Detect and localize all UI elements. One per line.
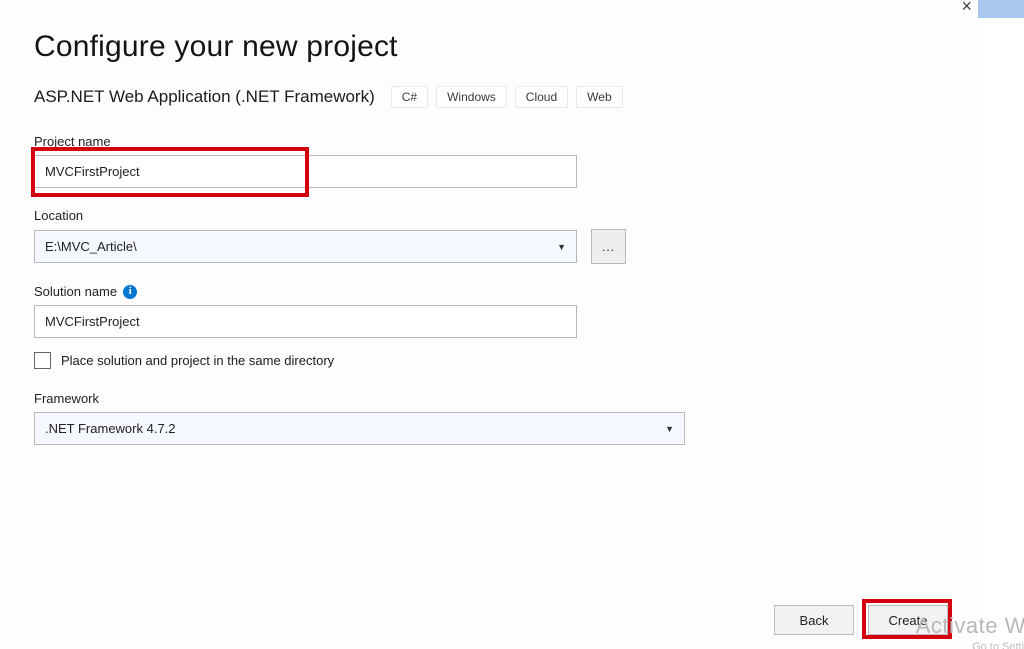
solution-name-label-text: Solution name (34, 284, 117, 299)
solution-name-group: Solution name i (34, 284, 944, 338)
external-blue-strip (978, 0, 1024, 18)
solution-name-label: Solution name i (34, 284, 944, 299)
same-directory-label: Place solution and project in the same d… (61, 353, 334, 368)
project-name-group: Project name (34, 134, 944, 188)
project-name-input[interactable] (34, 155, 577, 188)
solution-name-input[interactable] (34, 305, 577, 338)
framework-label: Framework (34, 391, 944, 406)
template-name: ASP.NET Web Application (.NET Framework) (34, 87, 375, 107)
template-tags: C# Windows Cloud Web (391, 86, 623, 108)
browse-location-button[interactable]: ... (591, 229, 626, 264)
framework-group: Framework .NET Framework 4.7.2 ▼ (34, 391, 944, 445)
location-combobox[interactable]: E:\MVC_Article\ ▼ (34, 230, 577, 263)
subtitle-row: ASP.NET Web Application (.NET Framework)… (34, 86, 944, 108)
close-icon[interactable]: × (961, 0, 972, 17)
create-button[interactable]: Create (868, 605, 948, 635)
tag-web: Web (576, 86, 622, 108)
framework-combobox[interactable]: .NET Framework 4.7.2 ▼ (34, 412, 685, 445)
configure-project-dialog: × Configure your new project ASP.NET Web… (0, 0, 978, 649)
tag-windows: Windows (436, 86, 507, 108)
location-value: E:\MVC_Article\ (45, 239, 137, 254)
location-group: Location E:\MVC_Article\ ▼ ... (34, 208, 944, 264)
framework-value: .NET Framework 4.7.2 (45, 421, 176, 436)
dialog-button-bar: Back Create (774, 605, 948, 635)
info-icon[interactable]: i (123, 285, 137, 299)
project-name-label: Project name (34, 134, 944, 149)
chevron-down-icon: ▼ (557, 242, 566, 252)
back-button[interactable]: Back (774, 605, 854, 635)
tag-cloud: Cloud (515, 86, 568, 108)
page-title: Configure your new project (34, 30, 944, 64)
activate-windows-watermark-sub: Go to Settings to (972, 641, 1024, 649)
same-directory-checkbox-row[interactable]: Place solution and project in the same d… (34, 352, 944, 369)
chevron-down-icon: ▼ (665, 424, 674, 434)
same-directory-checkbox[interactable] (34, 352, 51, 369)
tag-csharp: C# (391, 86, 428, 108)
location-label: Location (34, 208, 944, 223)
